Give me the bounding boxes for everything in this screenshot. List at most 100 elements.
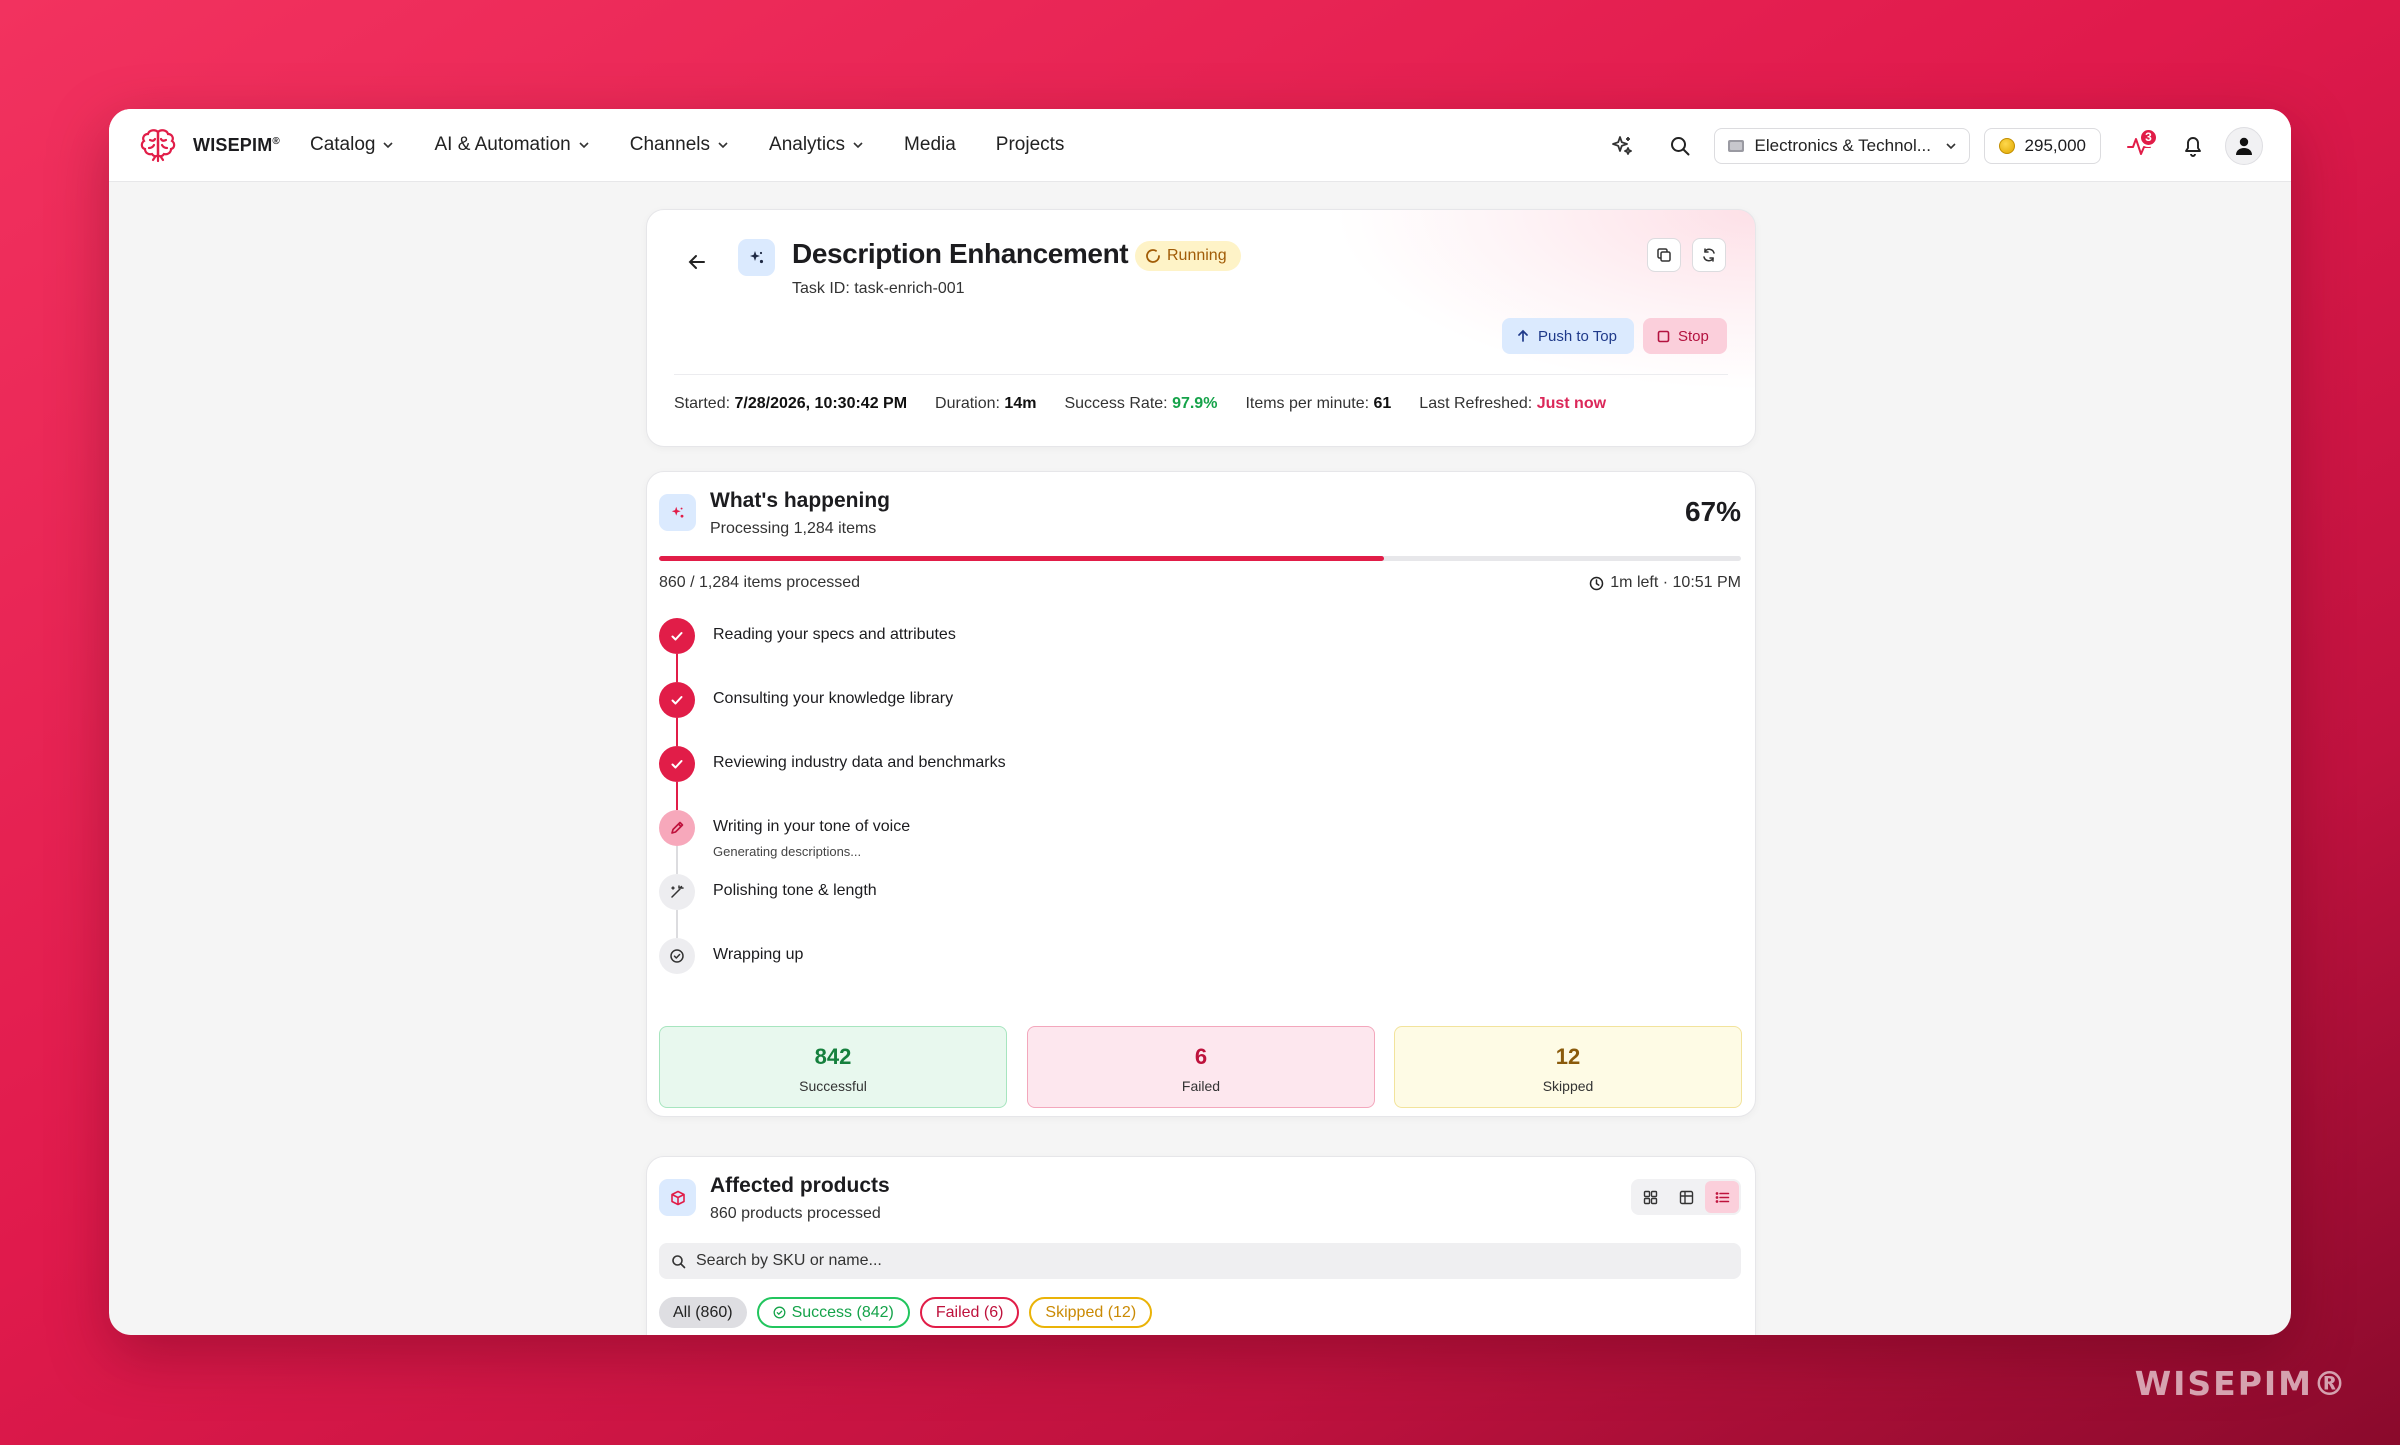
filter-skipped[interactable]: Skipped (12) — [1029, 1297, 1153, 1328]
notifications-button[interactable] — [2173, 126, 2213, 166]
progress-bar — [659, 556, 1741, 561]
check-icon — [659, 618, 695, 654]
check-circle-icon — [773, 1306, 786, 1319]
eta: 1m left · 10:51 PM — [1589, 574, 1741, 592]
progress-percent: 67% — [1684, 496, 1741, 527]
step-item: Polishing tone & length — [659, 874, 1359, 938]
step-item: Consulting your knowledge library — [659, 682, 1359, 746]
refresh-button[interactable] — [1692, 238, 1726, 272]
stop-square-icon — [1657, 330, 1670, 342]
sparkles-icon — [749, 250, 763, 263]
refresh-icon — [1703, 248, 1715, 262]
stat-value: 12 — [1555, 1044, 1581, 1069]
workspace-select[interactable]: Electronics & Technol... — [1713, 127, 1970, 164]
top-nav: WISEPIM® Catalog AI & Automation Channel… — [109, 109, 2291, 182]
step-item: Writing in your tone of voice Generating… — [659, 810, 1359, 874]
ai-sparkle-button[interactable] — [1602, 126, 1642, 166]
task-type-icon — [738, 239, 775, 276]
step-connector — [676, 846, 678, 874]
activity-button[interactable]: 3 — [2119, 126, 2159, 166]
progress-subtitle: Processing 1,284 items — [710, 520, 877, 537]
step-label: Consulting your knowledge library — [713, 690, 954, 707]
coin-icon — [1998, 137, 2015, 154]
bell-icon — [2185, 136, 2201, 157]
stat-label: Successful — [799, 1078, 867, 1094]
check-icon — [659, 746, 695, 782]
filter-success[interactable]: Success (842) — [756, 1297, 910, 1328]
step-item: Wrapping up — [659, 938, 1359, 1002]
search-input[interactable] — [696, 1252, 1729, 1270]
status-badge: Running — [1135, 241, 1241, 271]
list-icon — [1715, 1191, 1729, 1203]
brand[interactable]: WISEPIM® — [137, 124, 280, 166]
search-icon — [1670, 136, 1690, 155]
search-button[interactable] — [1660, 126, 1700, 166]
items-processed: 860 / 1,284 items processed — [659, 574, 861, 591]
pencil-icon — [659, 810, 695, 846]
step-item: Reading your specs and attributes — [659, 618, 1359, 682]
status-filters: All (860) Success (842) Failed (6) Skipp… — [659, 1297, 1153, 1328]
step-label: Reviewing industry data and benchmarks — [713, 754, 1006, 771]
meta-last-refreshed: Last Refreshed: Just now — [1419, 395, 1607, 412]
nav-catalog[interactable]: Catalog — [310, 134, 395, 156]
nav-right: Electronics & Technol... 295,000 3 — [1602, 109, 2263, 182]
push-to-top-button[interactable]: Push to Top — [1502, 318, 1634, 354]
view-toggle — [1631, 1179, 1741, 1215]
app-window: WISEPIM® Catalog AI & Automation Channel… — [109, 109, 2291, 1335]
check-icon — [659, 682, 695, 718]
stop-button[interactable]: Stop — [1643, 318, 1727, 354]
nav-channels[interactable]: Channels — [630, 134, 729, 156]
filter-failed[interactable]: Failed (6) — [919, 1297, 1020, 1328]
user-avatar[interactable] — [2225, 126, 2263, 165]
check-circle-icon — [659, 938, 695, 974]
sparkles-icon — [1611, 135, 1632, 155]
nav-ai-automation[interactable]: AI & Automation — [434, 134, 589, 156]
grid-icon — [1643, 1190, 1657, 1204]
stat-skipped[interactable]: 12 Skipped — [1394, 1026, 1742, 1108]
table-view-button[interactable] — [1669, 1181, 1703, 1213]
stat-value: 6 — [1194, 1044, 1208, 1069]
stat-value: 842 — [814, 1044, 852, 1069]
workspace-name: Electronics & Technol... — [1754, 135, 1931, 155]
step-sublabel: Generating descriptions... — [713, 844, 862, 859]
chevron-down-icon — [718, 142, 728, 149]
grid-view-button[interactable] — [1633, 1181, 1667, 1213]
task-id: Task ID: task-enrich-001 — [792, 280, 965, 297]
arrow-up-icon — [1518, 329, 1528, 342]
copy-button[interactable] — [1647, 238, 1681, 272]
affected-products-card: Affected products 860 products processed… — [646, 1156, 1756, 1335]
credits-balance[interactable]: 295,000 — [1983, 127, 2101, 164]
step-connector — [676, 654, 678, 682]
nav-analytics[interactable]: Analytics — [769, 134, 864, 156]
step-label: Writing in your tone of voice — [713, 818, 911, 835]
back-button[interactable] — [685, 250, 709, 274]
package-icon — [670, 1190, 685, 1205]
stat-failed[interactable]: 6 Failed — [1027, 1026, 1375, 1108]
meta-started: Started: 7/28/2026, 10:30:42 PM — [674, 395, 908, 412]
brain-logo-icon — [140, 129, 176, 163]
progress-bar-fill — [659, 556, 1384, 561]
divider — [674, 374, 1728, 375]
magic-wand-icon — [659, 874, 695, 910]
list-view-button[interactable] — [1705, 1181, 1739, 1213]
meta-items-per-minute: Items per minute: 61 — [1245, 395, 1392, 412]
step-label: Reading your specs and attributes — [713, 626, 956, 643]
products-section-icon — [659, 1179, 696, 1216]
stat-label: Failed — [1181, 1078, 1221, 1094]
step-item: Reviewing industry data and benchmarks — [659, 746, 1359, 810]
products-subtitle: 860 products processed — [710, 1205, 881, 1222]
nav-projects[interactable]: Projects — [996, 134, 1065, 156]
step-label: Wrapping up — [713, 946, 804, 963]
stat-label: Skipped — [1542, 1078, 1594, 1094]
copy-icon — [1657, 248, 1671, 262]
step-connector — [676, 782, 678, 810]
brand-name: WISEPIM® — [193, 134, 280, 155]
nav-media[interactable]: Media — [904, 134, 956, 156]
filter-all[interactable]: All (860) — [659, 1297, 747, 1328]
progress-title: What's happening — [710, 489, 890, 512]
task-header-card: Description Enhancement Running Task ID:… — [646, 209, 1756, 447]
meta-success-rate: Success Rate: 97.9% — [1064, 395, 1218, 412]
clock-icon — [1590, 576, 1604, 590]
spinner-icon — [1146, 249, 1160, 263]
stat-successful[interactable]: 842 Successful — [659, 1026, 1007, 1108]
